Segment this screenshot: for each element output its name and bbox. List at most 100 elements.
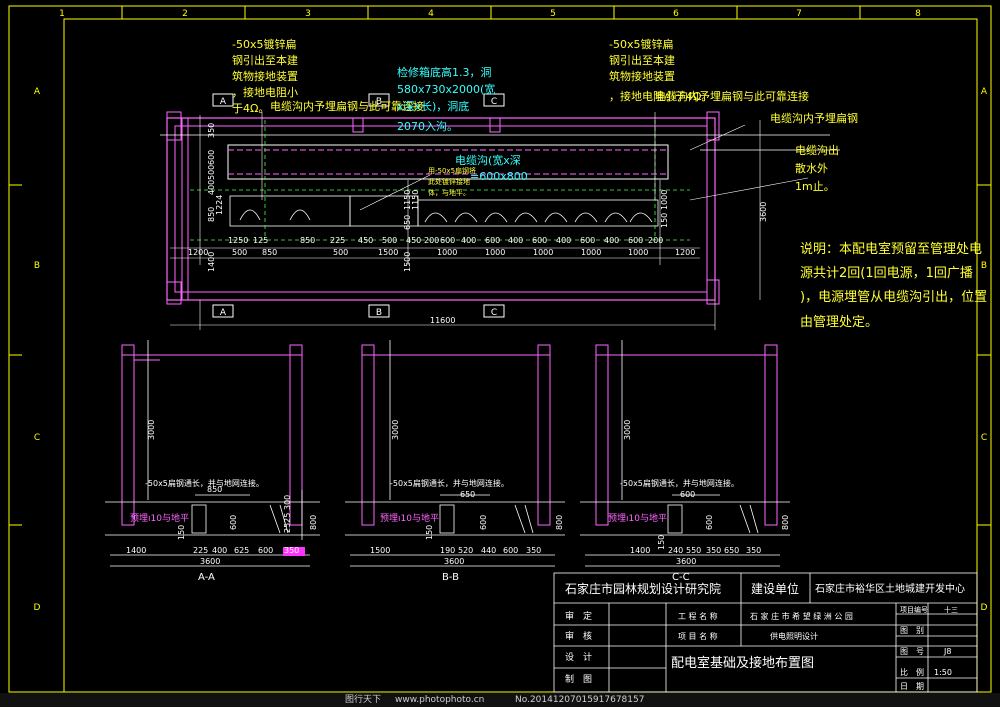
note-ground-left: 于4Ω。: [232, 102, 269, 115]
title-client-label: 建设单位: [751, 581, 799, 596]
section-pipe: 预埋ı10与地平: [608, 512, 667, 524]
note-pre-embedded: 电缆沟内予埋扁钢: [770, 111, 858, 125]
dim-label: 1000: [581, 248, 601, 257]
title-item-name: 供电照明设计: [770, 631, 818, 641]
note-ground-right: 筑物接地装置: [609, 69, 675, 83]
title-drawing-title: 配电室基础及接地布置图: [671, 655, 814, 671]
section-total: 3600: [444, 557, 464, 566]
section-bottom-dim: 350: [706, 546, 721, 555]
section-v-small: 150: [425, 525, 434, 540]
section-bottom-dim: 1400: [630, 546, 650, 555]
note-ground-left: -50x5镀锌扁: [232, 37, 296, 51]
section-side: 800: [555, 515, 564, 530]
dim-label: 850: [300, 236, 315, 245]
title-row-label: 设 计: [565, 651, 592, 663]
note-trench-size: 电缆沟(宽x深: [455, 153, 521, 167]
axis-label: A: [220, 308, 227, 318]
dim-label: 1000: [628, 248, 648, 257]
grid-row-label: B: [981, 261, 987, 271]
axis-label: B: [376, 308, 382, 318]
section-side: 300: [283, 495, 292, 510]
dim-label: 600: [485, 236, 500, 245]
section-note: -50x5扁钢通长，并与地网连接。: [390, 478, 509, 488]
section-side: 600: [479, 515, 488, 530]
section-top-dim: 650: [460, 490, 475, 499]
section-bottom-dim: 650: [724, 546, 739, 555]
note-manhole: 2070入沟。: [397, 120, 458, 133]
note-ground-right: -50x5镀锌扁: [609, 37, 673, 51]
dim-label: 500: [333, 248, 348, 257]
title-right-value: 十三: [944, 605, 958, 614]
watermark-number: No.20141207015917678157: [515, 695, 645, 705]
section-total: 3600: [676, 557, 696, 566]
dim-label: 1150: [411, 190, 420, 210]
note-drain: 1m止。: [795, 180, 835, 193]
dim-label: 225: [330, 236, 345, 245]
title-right-label: 日 期: [900, 682, 924, 691]
section-a-a: 3000 -50x5扁钢通长，并与地网连接。 850 1400 225 400 …: [105, 340, 320, 583]
axis-label: C: [491, 308, 497, 318]
section-side: 800: [309, 515, 318, 530]
dim-label: 850: [207, 207, 216, 222]
watermark-bar: 图行天下 www.photophoto.cn No.20141207015917…: [0, 693, 1000, 707]
grid-row-label: A: [981, 87, 988, 97]
dim-label: 600: [532, 236, 547, 245]
grid-row-label: C: [981, 433, 987, 443]
section-b-b: 3000 -50x5扁钢通长，并与地网连接。 650 1500 190 520 …: [345, 340, 565, 583]
section-note: -50x5扁钢通长，并与地网连接。: [145, 478, 264, 488]
note-flat-steel: 用-50x5扁钢将: [428, 166, 476, 175]
dim-label: 650: [403, 215, 412, 230]
dim-label: 600: [207, 150, 216, 165]
title-right-label: 比 例: [900, 667, 924, 677]
title-client: 石家庄市裕华区土地城建开发中心: [815, 582, 965, 595]
grid-col-label: 3: [305, 9, 311, 19]
title-designer-org: 石家庄市园林规划设计研究院: [565, 581, 721, 596]
dim-label: 600: [580, 236, 595, 245]
section-top-dim: 600: [680, 490, 695, 499]
section-height: 3000: [391, 420, 400, 440]
section-title: A-A: [198, 572, 215, 583]
note-manhole: x深x长)，洞底: [397, 99, 469, 113]
dim-label: 400: [604, 236, 619, 245]
section-bottom-dim: 550: [686, 546, 701, 555]
note-explanation: )，电源埋管从电缆沟引出，位置: [800, 289, 987, 305]
section-top-dim: 850: [207, 485, 222, 494]
dim-label: 600: [628, 236, 643, 245]
title-row-label: 制 图: [565, 673, 592, 685]
dim-label: 150: [660, 213, 669, 228]
title-project-name-label: 工 程 名 称: [678, 611, 718, 621]
dim-label: 1500: [378, 248, 398, 257]
note-ground-left: ，接地电阻小: [232, 86, 298, 99]
grid-row-label: C: [34, 433, 40, 443]
grid-row-label: D: [34, 603, 41, 613]
section-side: 800: [781, 515, 790, 530]
title-right-label: 图 号: [900, 647, 924, 656]
dim-label: 400: [207, 180, 216, 195]
dim-label: 450: [358, 236, 373, 245]
section-bottom-dim: 350: [746, 546, 761, 555]
plan-view: A B C A B C 1250 125 850 225 450 500 450…: [160, 93, 840, 330]
dim-label: 1500: [403, 252, 412, 272]
dim-label: 450: [406, 236, 421, 245]
section-bottom-dim: 1400: [126, 546, 146, 555]
note-ground-left: 钢引出至本建: [232, 53, 298, 67]
section-height: 3000: [623, 420, 632, 440]
dim-label: 1000: [533, 248, 553, 257]
title-right-value: J8: [943, 647, 951, 656]
dim-label: 1000: [437, 248, 457, 257]
grid-row-label: A: [34, 87, 41, 97]
note-drain: 散水外: [795, 161, 828, 175]
grid-row-label: B: [34, 261, 40, 271]
dim-label: 500: [207, 165, 216, 180]
section-bottom-dim: 350: [526, 546, 541, 555]
section-bottom-dim: 350: [284, 546, 299, 555]
axis-label: C: [491, 97, 497, 107]
section-bottom-dim: 520: [458, 546, 473, 555]
dim-label: 400: [508, 236, 523, 245]
note-ground-left: 筑物接地装置: [232, 69, 298, 83]
grid-col-label: 2: [182, 9, 188, 19]
note-explanation: 说明：本配电室预留至管理处电: [800, 241, 982, 257]
section-title: B-B: [442, 572, 459, 583]
grid-col-label: 6: [673, 9, 679, 19]
section-pipe: 预埋ı10与地平: [380, 512, 439, 524]
